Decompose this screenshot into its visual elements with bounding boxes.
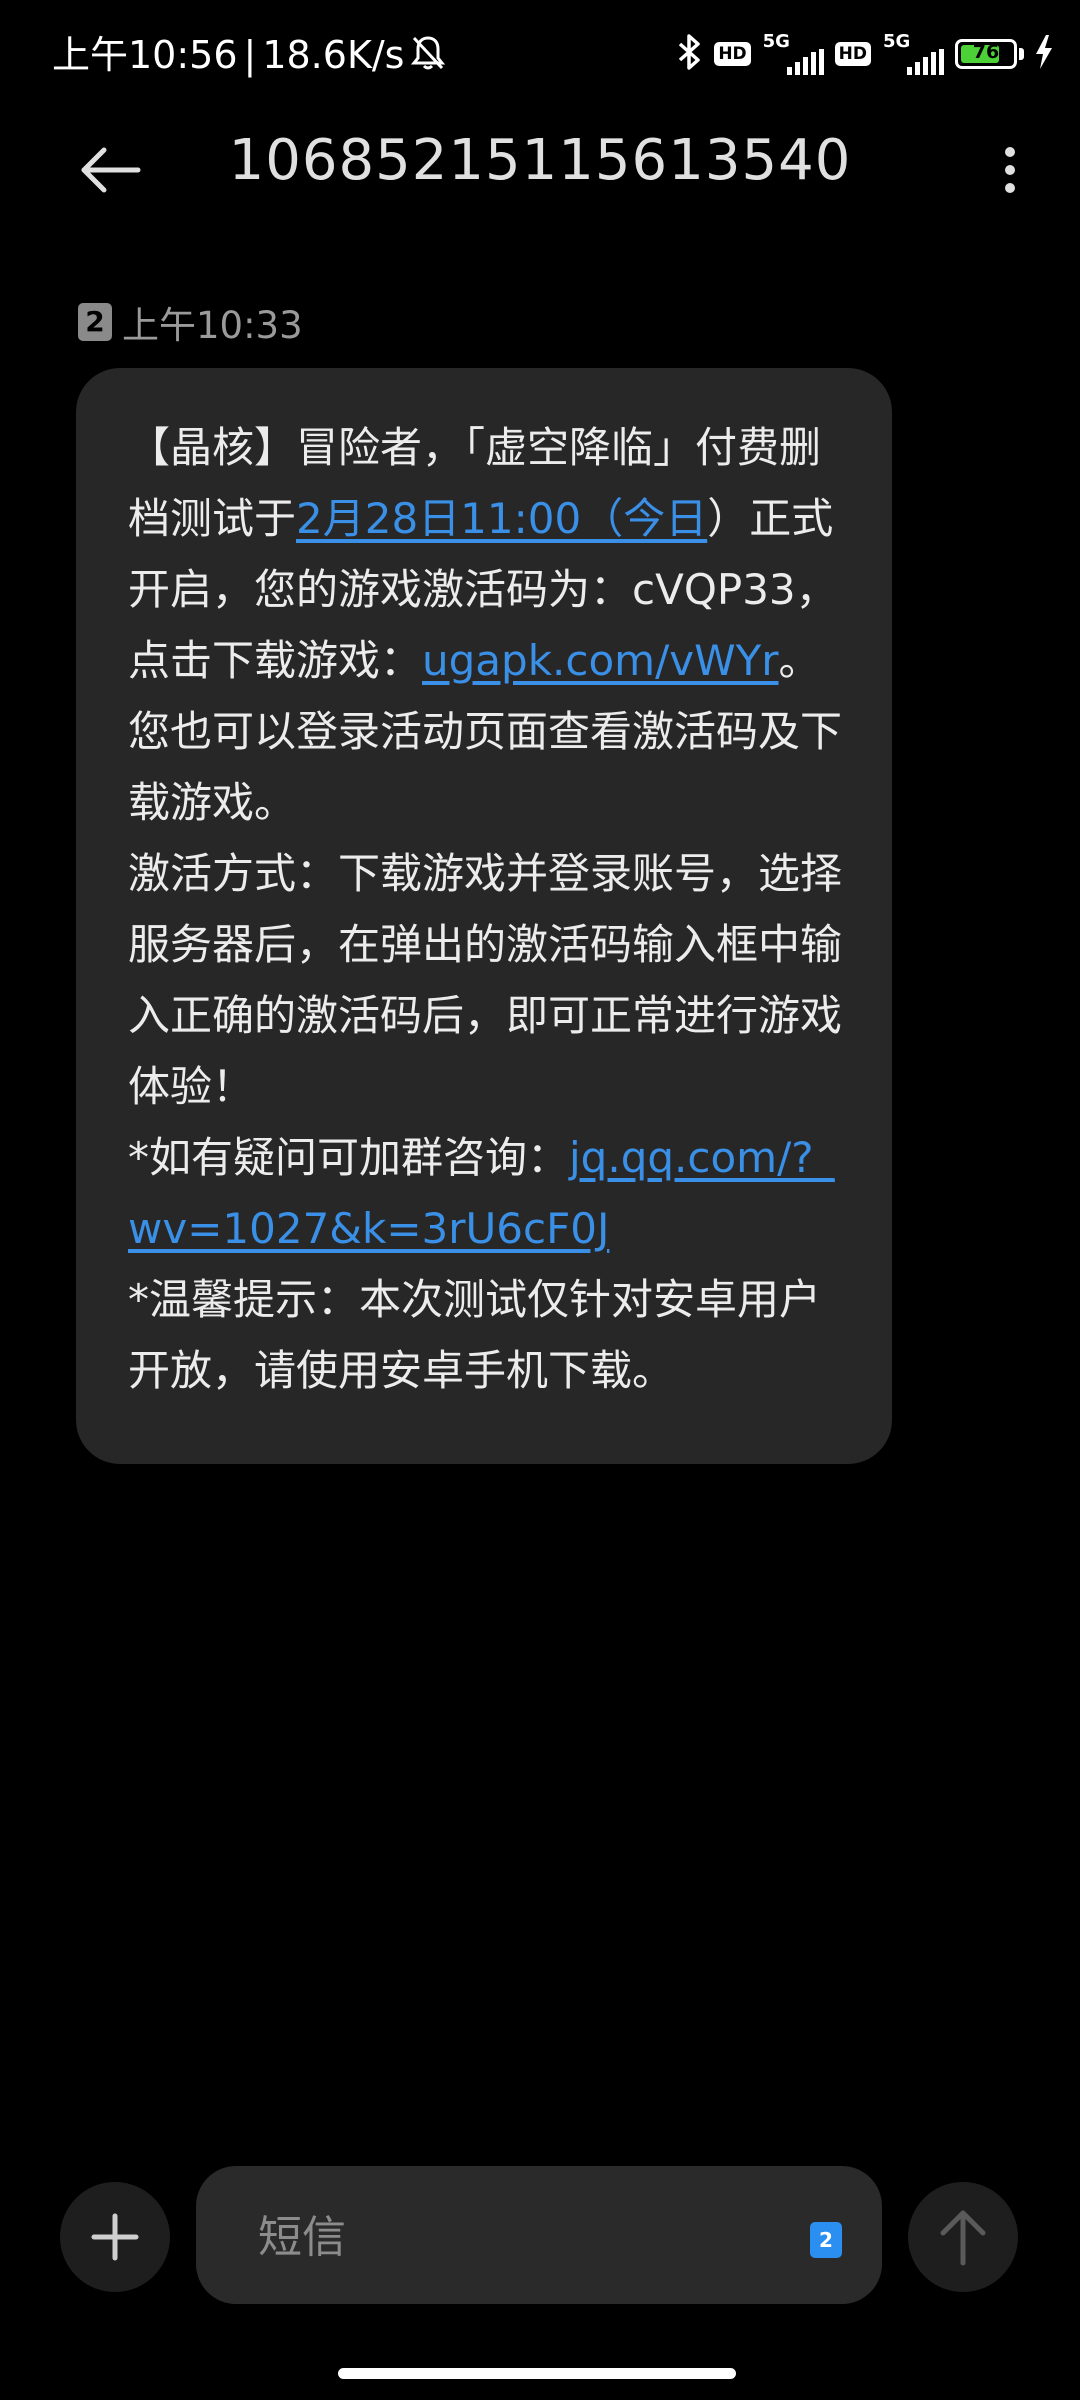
conversation-title: 10685215115613540 [228,128,852,193]
download-link[interactable]: ugapk.com/vWYr [422,636,779,685]
message-text: 。您也可以登录活动页面查看激活码及下载游戏。 激活方式：下载游戏并登录账号，选择… [128,636,843,1182]
message-meta: 2 上午10:33 [78,298,303,347]
message-body: 【晶核】冒险者，「虚空降临」付费删档测试于2月28日11:00（今日）正式开启，… [128,412,852,1406]
conversation-header: 10685215115613540 [0,110,1080,220]
sim-select-button[interactable]: 2 [810,2222,842,2258]
bell-off-icon [410,34,446,81]
status-right: HD 5G HD 5G 76 [674,30,1054,78]
attach-button[interactable] [60,2182,170,2292]
message-bubble[interactable]: 【晶核】冒险者，「虚空降临」付费删档测试于2月28日11:00（今日）正式开启，… [76,368,892,1464]
more-vertical-icon [1005,147,1015,193]
message-timestamp: 上午10:33 [122,304,303,347]
date-link[interactable]: 2月28日11:00（今日 [296,494,707,543]
hd-badge-2: HD [834,42,871,66]
battery-tip [1019,48,1024,60]
arrow-up-icon [940,2210,986,2266]
status-left: 上午10:56 | 18.6K/s [52,24,446,81]
home-indicator[interactable] [338,2368,736,2379]
battery-icon: 76 [955,39,1017,69]
sim-2-icon: 2 [78,303,112,341]
send-button[interactable] [908,2182,1018,2292]
bluetooth-icon [674,32,704,76]
charging-icon [1034,35,1054,73]
status-bar: 上午10:56 | 18.6K/s HD 5G HD 5G 76 [0,0,1080,110]
net-speed: 18.6K/s [262,33,405,77]
status-separator: | [243,33,257,77]
message-text: *温馨提示：本次测试仅针对安卓用户开放，请使用安卓手机下载。 [128,1275,822,1395]
message-composer: 2 [196,2166,882,2304]
message-input[interactable] [256,2196,760,2278]
signal-icon: 5G [761,31,825,75]
signal-icon-2: 5G [881,31,945,75]
hd-badge: HD [714,42,751,66]
battery-level: 76 [972,41,1000,63]
more-options-button[interactable] [980,130,1040,210]
clock: 上午10:56 [52,33,238,77]
plus-icon [91,2213,139,2261]
